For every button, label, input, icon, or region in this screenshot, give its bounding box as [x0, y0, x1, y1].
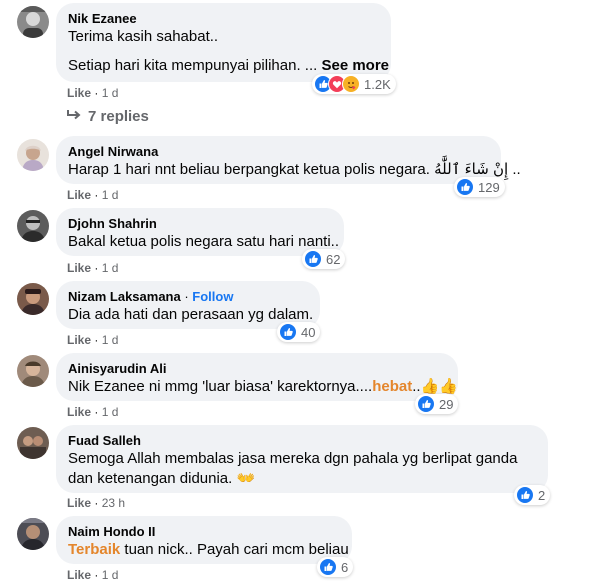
comment-text: Setiap hari kita mempunyai pilihan. ...	[68, 57, 318, 74]
like-button[interactable]: Like	[67, 86, 91, 100]
reaction-summary[interactable]: 62	[302, 249, 346, 269]
avatar[interactable]	[17, 210, 49, 242]
like-button[interactable]: Like	[67, 333, 91, 347]
reaction-count: 1.2K	[364, 76, 391, 92]
highlighted-word: hebat	[372, 378, 413, 395]
reaction-summary[interactable]: 29	[415, 394, 459, 414]
comment-author[interactable]: Angel Nirwana	[68, 144, 489, 160]
reaction-count: 40	[301, 324, 316, 340]
comment-meta: Like · 1 d	[67, 333, 119, 347]
comment-text: Terbaik tuan nick.. Payah cari mcm belia…	[68, 541, 349, 558]
comment-author[interactable]: Djohn Shahrin	[68, 216, 332, 232]
reaction-summary[interactable]: 1.2K	[312, 74, 396, 94]
comment-bubble: Nik Ezanee Terima kasih sahabat.. Setiap…	[56, 3, 391, 82]
comment-meta: Like · 1 d	[67, 568, 119, 582]
comment-author[interactable]: Nik Ezanee	[68, 11, 379, 27]
comment-timestamp[interactable]: 1 d	[102, 188, 119, 202]
comment-author[interactable]: Ainisyarudin Ali	[68, 361, 446, 377]
comment-meta: Like · 1 d	[67, 188, 119, 202]
avatar[interactable]	[17, 283, 49, 315]
reaction-summary[interactable]: 129	[454, 177, 505, 197]
highlighted-word: Terbaik	[68, 541, 121, 558]
comment-text: Semoga Allah membalas jasa mereka dgn pa…	[68, 450, 518, 487]
reply-arrow-icon	[66, 108, 82, 125]
comment-author[interactable]: Fuad Salleh	[68, 433, 536, 449]
like-button[interactable]: Like	[67, 405, 91, 419]
reaction-count: 129	[478, 179, 500, 195]
follow-button[interactable]: Follow	[192, 289, 233, 304]
like-button[interactable]: Like	[67, 188, 91, 202]
avatar[interactable]	[17, 139, 49, 171]
comment-text-line-2: Setiap hari kita mempunyai pilihan. ... …	[68, 56, 389, 76]
comment-meta: Like · 1 d	[67, 261, 119, 275]
like-button[interactable]: Like	[67, 568, 91, 582]
replies-count-label: 7 replies	[88, 108, 149, 125]
comment-timestamp[interactable]: 1 d	[102, 261, 119, 275]
comment-text-line-1: Terima kasih sahabat..	[68, 28, 219, 45]
comment-bubble: Ainisyarudin Ali Nik Ezanee ni mmg 'luar…	[56, 353, 458, 401]
comment-author[interactable]: Naim Hondo II	[68, 524, 340, 540]
like-icon	[516, 486, 534, 504]
avatar[interactable]	[17, 355, 49, 387]
like-icon	[319, 558, 337, 576]
like-icon	[304, 250, 322, 268]
care-icon	[342, 75, 360, 93]
comment-bubble: Naim Hondo II Terbaik tuan nick.. Payah …	[56, 516, 352, 564]
comment-bubble: Nizam Laksamana · Follow Dia ada hati da…	[56, 281, 320, 329]
comment-author[interactable]: Nizam Laksamana	[68, 289, 181, 304]
comment-timestamp[interactable]: 1 d	[102, 568, 119, 582]
comment-timestamp[interactable]: 1 d	[102, 333, 119, 347]
avatar[interactable]	[17, 427, 49, 459]
comment-bubble: Angel Nirwana Harap 1 hari nnt beliau be…	[56, 136, 521, 184]
comment-bubble: Fuad Salleh Semoga Allah membalas jasa m…	[56, 425, 548, 493]
comment-timestamp[interactable]: 1 d	[102, 405, 119, 419]
like-button[interactable]: Like	[67, 496, 91, 510]
view-replies-link[interactable]: 7 replies	[66, 108, 149, 125]
see-more-link[interactable]: See more	[321, 57, 389, 74]
reaction-summary[interactable]: 2	[514, 485, 551, 505]
avatar[interactable]	[17, 518, 49, 550]
comment-bubble: Djohn Shahrin Bakal ketua polis negara s…	[56, 208, 344, 256]
comment-text: Dia ada hati dan perasaan yg dalam.	[68, 306, 314, 323]
comment-text: Bakal ketua polis negara satu hari nanti…	[68, 233, 340, 250]
comment-text: Nik Ezanee ni mmg 'luar biasa' karektorn…	[68, 378, 458, 395]
comment-meta: Like · 1 d	[67, 86, 119, 100]
comment-author-row: Nizam Laksamana · Follow	[68, 289, 234, 304]
reaction-count: 29	[439, 396, 454, 412]
comment-meta: Like · 1 d	[67, 405, 119, 419]
comment-text: Harap 1 hari nnt beliau berpangkat ketua…	[68, 161, 521, 178]
reaction-summary[interactable]: 40	[277, 322, 321, 342]
reaction-summary[interactable]: 6	[317, 557, 354, 577]
like-icon	[417, 395, 435, 413]
like-icon	[279, 323, 297, 341]
avatar[interactable]	[17, 6, 49, 38]
like-button[interactable]: Like	[67, 261, 91, 275]
reaction-count: 62	[326, 251, 341, 267]
like-icon	[456, 178, 474, 196]
comment-meta: Like · 23 h	[67, 496, 126, 510]
reaction-count: 6	[341, 559, 349, 575]
reaction-count: 2	[538, 487, 546, 503]
comment-timestamp[interactable]: 1 d	[102, 86, 119, 100]
comment-timestamp[interactable]: 23 h	[102, 496, 125, 510]
